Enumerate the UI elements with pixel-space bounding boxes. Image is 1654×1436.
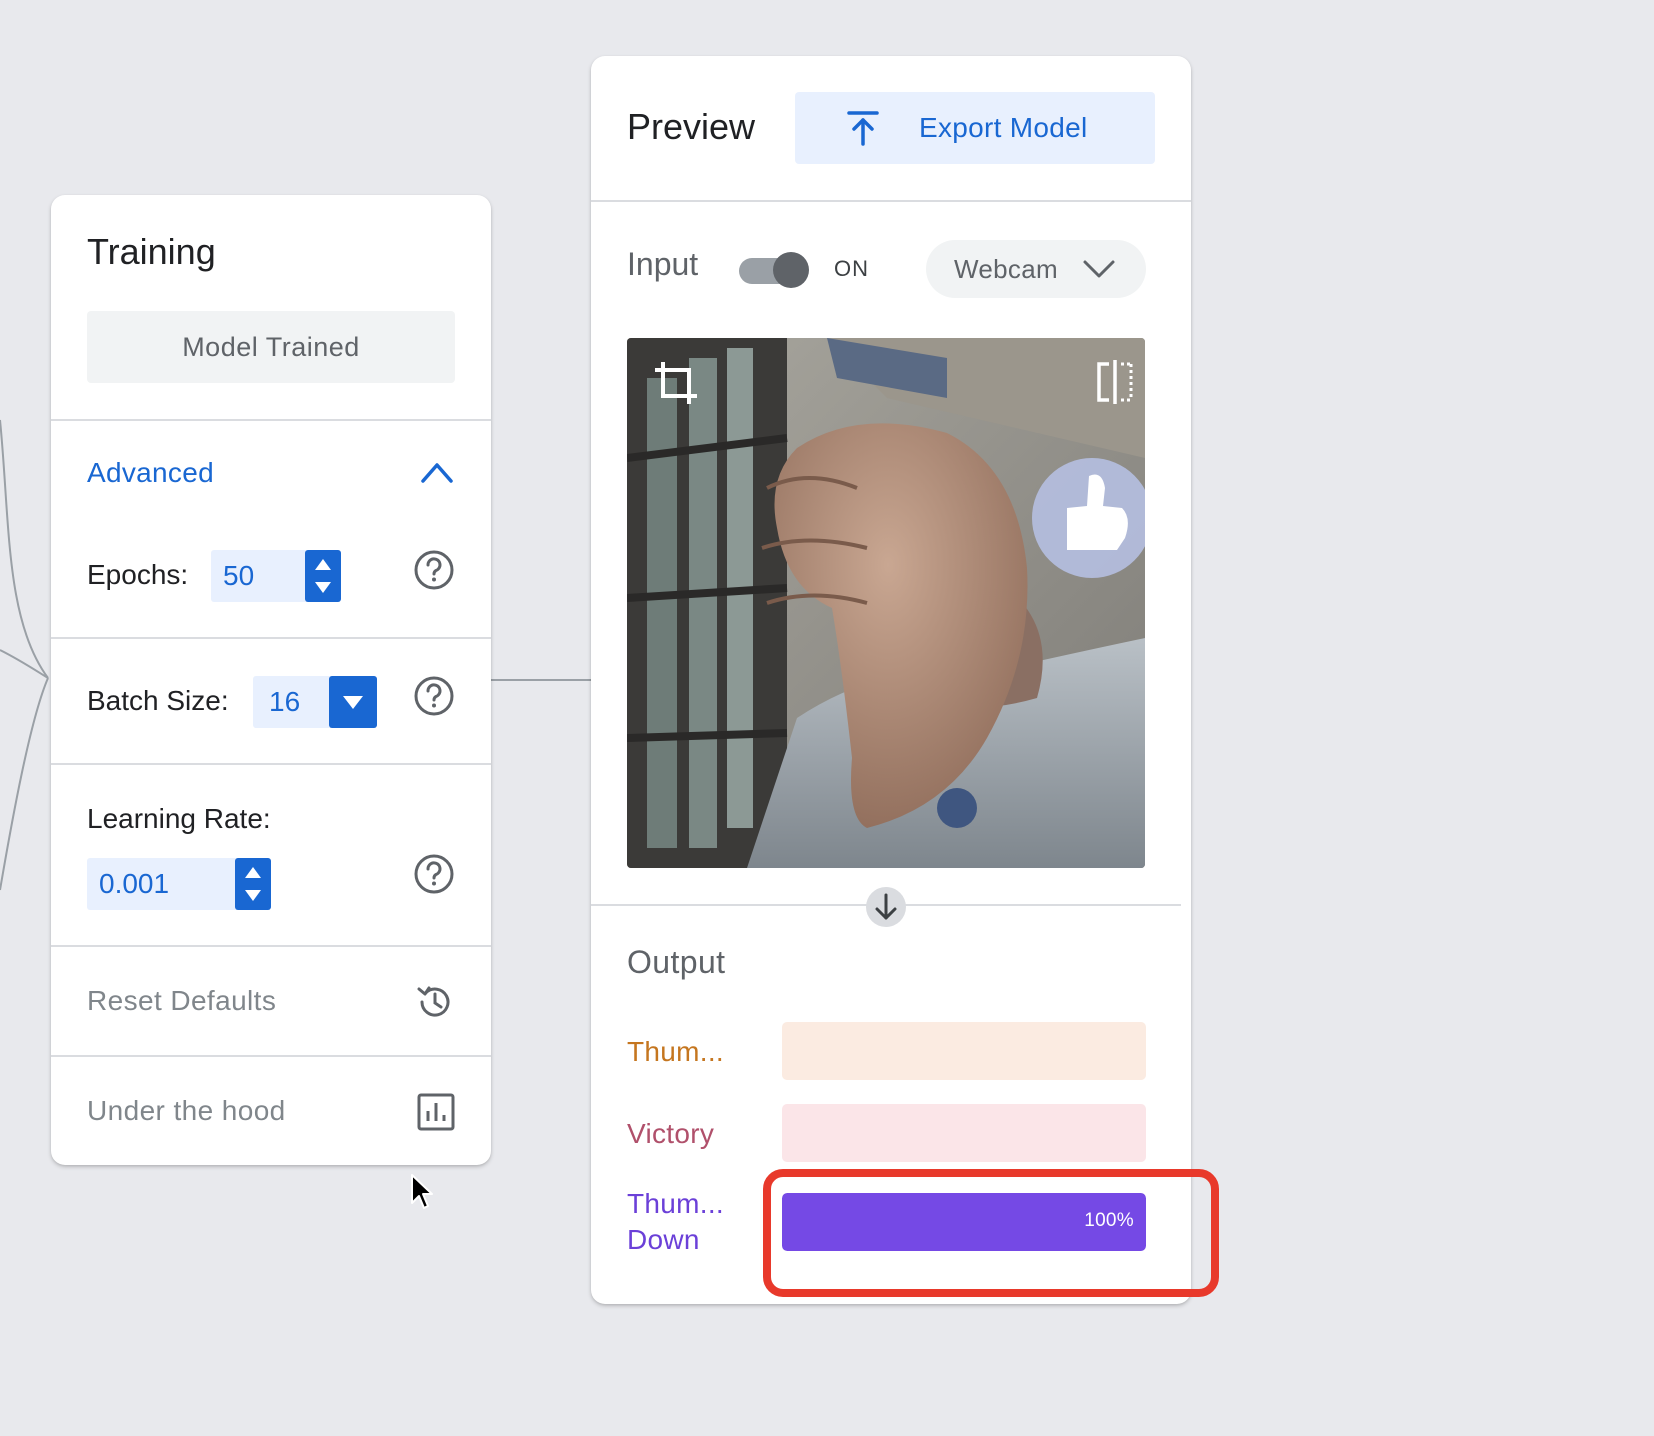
stepper-arrows-icon <box>245 867 261 901</box>
output-label: Output <box>627 944 726 980</box>
class-name: Victory <box>627 1118 715 1149</box>
class-name: Thum... <box>627 1036 725 1067</box>
advanced-toggle-label[interactable]: Advanced <box>87 457 214 489</box>
crop-icon[interactable] <box>653 360 699 406</box>
upload-icon <box>847 111 879 146</box>
batch-size-value: 16 <box>269 686 301 717</box>
divider <box>51 637 491 639</box>
class-label-0: Thum... <box>627 1034 724 1070</box>
chevron-up-icon[interactable] <box>419 457 455 487</box>
preview-title: Preview <box>627 106 756 147</box>
epochs-label: Epochs: <box>87 559 189 590</box>
divider <box>51 419 491 421</box>
divider <box>51 763 491 765</box>
learning-rate-value: 0.001 <box>99 868 170 899</box>
webcam-image <box>627 338 1145 868</box>
export-model-button[interactable]: Export Model <box>795 92 1155 164</box>
mouse-cursor-icon <box>411 1174 433 1209</box>
help-icon[interactable] <box>413 853 455 895</box>
reset-defaults-button[interactable]: Reset Defaults <box>87 985 276 1017</box>
highlight-annotation <box>763 1169 1219 1297</box>
bar-chart-icon[interactable] <box>415 1091 457 1133</box>
class-label-2: Thum... Down <box>627 1186 724 1258</box>
input-source-select[interactable]: Webcam <box>926 240 1146 298</box>
epochs-input[interactable]: 50 <box>211 550 341 602</box>
confidence-bar-1 <box>782 1104 1146 1162</box>
class-name: Thum... <box>627 1188 725 1219</box>
batch-size-label: Batch Size: <box>87 685 229 716</box>
class-name-line2: Down <box>627 1224 700 1255</box>
learning-rate-stepper[interactable] <box>235 858 271 910</box>
flip-icon[interactable] <box>1095 360 1135 404</box>
confidence-bar-0 <box>782 1022 1146 1080</box>
batch-size-dropdown-button[interactable] <box>329 676 377 728</box>
learning-rate-label: Learning Rate: <box>87 803 271 834</box>
training-title: Training <box>87 231 216 272</box>
divider <box>51 945 491 947</box>
toggle-knob <box>773 252 809 288</box>
toggle-state-label: ON <box>834 256 869 281</box>
caret-down-icon <box>343 696 363 709</box>
preview-panel: Preview Export Model Input ON Webcam Out… <box>591 56 1191 1304</box>
input-label: Input <box>627 246 699 282</box>
arrow-down-icon <box>866 887 906 927</box>
batch-size-select[interactable]: 16 <box>253 676 377 728</box>
epochs-value: 50 <box>223 560 255 591</box>
model-trained-button[interactable]: Model Trained <box>87 311 455 383</box>
help-icon[interactable] <box>413 675 455 717</box>
help-icon[interactable] <box>413 549 455 591</box>
under-the-hood-button[interactable]: Under the hood <box>87 1095 286 1127</box>
input-source-value: Webcam <box>954 254 1058 284</box>
chevron-down-icon <box>1083 260 1115 278</box>
divider <box>591 200 1191 202</box>
epochs-stepper[interactable] <box>305 550 341 602</box>
learning-rate-input[interactable]: 0.001 <box>87 858 271 910</box>
divider <box>51 1055 491 1057</box>
history-icon[interactable] <box>413 981 455 1023</box>
export-model-label: Export Model <box>919 112 1088 143</box>
webcam-feed <box>627 338 1145 868</box>
input-toggle[interactable] <box>737 250 809 290</box>
class-label-1: Victory <box>627 1116 714 1152</box>
training-panel: Training Model Trained Advanced Epochs: … <box>51 195 491 1165</box>
stepper-arrows-icon <box>315 559 331 593</box>
